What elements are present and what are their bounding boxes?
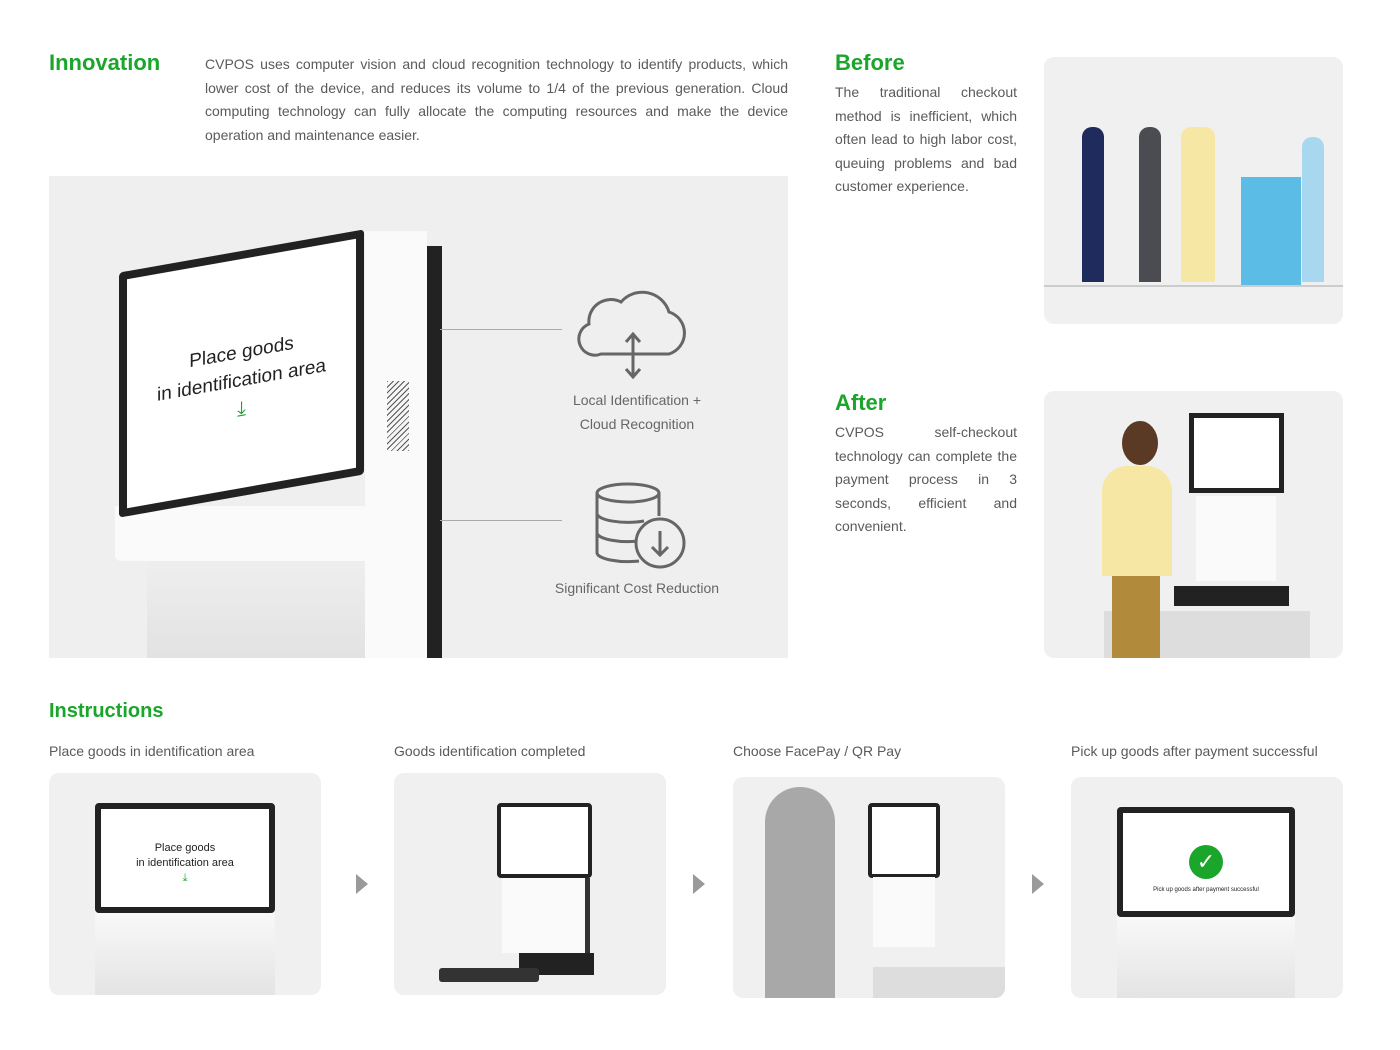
after-text: CVPOS self-checkout technology can compl… — [835, 424, 1017, 535]
person — [1181, 127, 1215, 282]
step-caption: Choose FacePay / QR Pay — [733, 743, 902, 759]
next-arrow-icon — [1032, 874, 1044, 894]
cashier — [1302, 137, 1324, 282]
success-check-icon: ✓ — [1189, 845, 1223, 879]
checkout-counter — [1241, 177, 1301, 285]
person-silhouette — [765, 787, 835, 998]
feature-cloud: Local Identification + Cloud Recognition — [537, 388, 737, 436]
feature-cost: Significant Cost Reduction — [554, 580, 720, 596]
kiosk-screen — [868, 803, 940, 878]
kiosk-screen — [1189, 413, 1284, 493]
screen-text: Pick up goods after payment successful — [1153, 887, 1259, 893]
kiosk-screen: Place goods in identification area ⤓ — [119, 229, 364, 518]
step-caption: Pick up goods after payment successful — [1071, 743, 1318, 759]
before-title: Before — [835, 50, 905, 75]
connector-line — [440, 329, 562, 330]
speaker-grille — [387, 381, 409, 451]
kiosk-screen — [497, 803, 592, 878]
step-caption: Goods identification completed — [394, 743, 586, 759]
next-arrow-icon — [693, 874, 705, 894]
cloud-sync-icon — [577, 290, 686, 380]
before-text: The traditional checkout method is ineff… — [835, 84, 1017, 195]
instructions-title: Instructions — [49, 700, 164, 722]
after-illustration — [1044, 391, 1343, 658]
after-title: After — [835, 390, 887, 415]
innovation-text: CVPOS uses computer vision and cloud rec… — [205, 56, 788, 143]
screen-line2: in identification area — [136, 857, 234, 869]
kiosk-scanner-bar — [115, 506, 427, 561]
step-2-image — [394, 773, 666, 995]
person — [1082, 127, 1104, 282]
innovation-title: Innovation — [49, 50, 161, 75]
kiosk-screen: ✓ Pick up goods after payment successful — [1117, 807, 1295, 917]
feature-line: Cloud Recognition — [579, 416, 695, 432]
down-arrow-icon: ⤓ — [182, 872, 188, 884]
screen-line1: Place goods — [154, 842, 216, 854]
hero-panel: Place goods in identification area ⤓ Loc… — [49, 176, 788, 658]
step-4-image: ✓ Pick up goods after payment successful — [1071, 777, 1343, 998]
kiosk-screen: Place goods in identification area ⤓ — [95, 803, 275, 913]
feature-line: Local Identification + — [572, 392, 702, 408]
database-download-icon — [595, 482, 686, 569]
step-caption: Place goods in identification area — [49, 743, 255, 759]
person — [1102, 466, 1172, 576]
connector-line — [440, 520, 562, 521]
step-1-image: Place goods in identification area ⤓ — [49, 773, 321, 995]
next-arrow-icon — [356, 874, 368, 894]
person — [1139, 127, 1161, 282]
step-3-image — [733, 777, 1005, 998]
before-illustration — [1044, 57, 1343, 324]
